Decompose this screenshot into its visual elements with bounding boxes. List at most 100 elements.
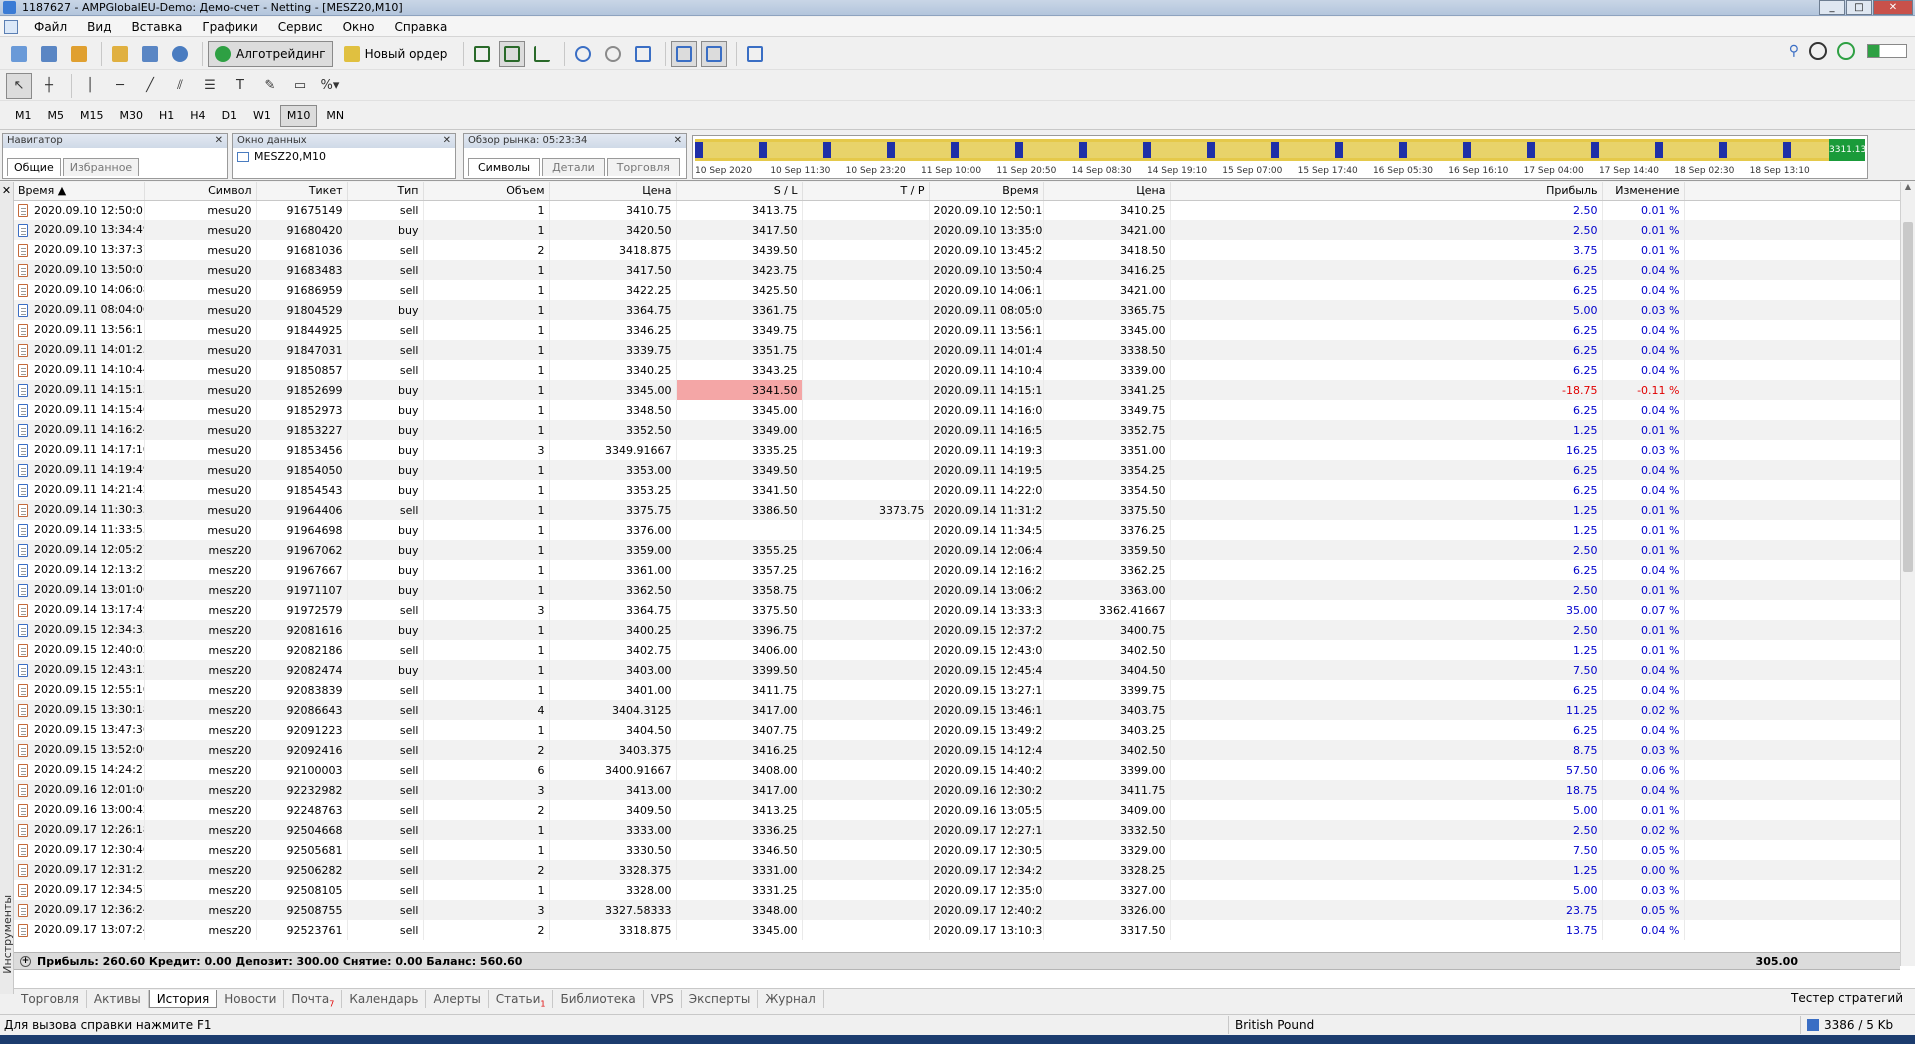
zoom-in-button[interactable]: [570, 41, 596, 67]
col-sl[interactable]: S / L: [676, 182, 803, 201]
search-icon[interactable]: ⚲: [1789, 43, 1799, 59]
table-row[interactable]: 2020.09.17 12:30:46 mesz20 92505681 sell 1 33…: [14, 840, 1900, 860]
fibonacci-button[interactable]: ☰: [197, 73, 223, 99]
line-chart-button[interactable]: [529, 41, 555, 67]
menu-window[interactable]: Окно: [333, 17, 385, 37]
menu-view[interactable]: Вид: [77, 17, 121, 37]
table-row[interactable]: 2020.09.10 13:50:07 mesu20 91683483 sell 1 34…: [14, 260, 1900, 280]
table-row[interactable]: 2020.09.17 12:26:18 mesz20 92504668 sell 1 33…: [14, 820, 1900, 840]
table-row[interactable]: 2020.09.15 13:52:00 mesz20 92092416 sell 2 34…: [14, 740, 1900, 760]
table-row[interactable]: 2020.09.14 12:13:27 mesz20 91967667 buy 1 336…: [14, 560, 1900, 580]
timeframe-h1[interactable]: H1: [152, 105, 181, 127]
vertical-scrollbar[interactable]: ▲: [1900, 182, 1915, 966]
col-profit[interactable]: Прибыль: [1170, 182, 1603, 201]
equidistant-channel-button[interactable]: ⫽: [167, 73, 193, 99]
tab-symbols[interactable]: Символы: [468, 158, 541, 176]
menu-insert[interactable]: Вставка: [121, 17, 192, 37]
table-row[interactable]: 2020.09.10 13:34:49 mesu20 91680420 buy 1 342…: [14, 220, 1900, 240]
table-row[interactable]: 2020.09.14 13:17:49 mesz20 91972579 sell 3 33…: [14, 600, 1900, 620]
table-row[interactable]: 2020.09.14 12:05:27 mesz20 91967062 buy 1 335…: [14, 540, 1900, 560]
col-open-time[interactable]: Время ▲: [14, 182, 145, 201]
table-row[interactable]: 2020.09.15 14:24:27 mesz20 92100003 sell 6 34…: [14, 760, 1900, 780]
timeframe-m5[interactable]: M5: [41, 105, 72, 127]
col-close-price[interactable]: Цена: [1043, 182, 1171, 201]
candlestick-button[interactable]: [499, 40, 526, 67]
menu-file[interactable]: Файл: [24, 17, 77, 37]
cursor-button[interactable]: ↖: [6, 72, 32, 99]
zoom-out-button[interactable]: [600, 41, 626, 67]
table-row[interactable]: 2020.09.11 14:17:10 mesu20 91853456 buy 3 334…: [14, 440, 1900, 460]
tile-windows-button[interactable]: [630, 41, 656, 67]
table-row[interactable]: 2020.09.10 12:50:01 mesu20 91675149 sell 1 34…: [14, 200, 1900, 220]
tab-9[interactable]: VPS: [644, 989, 682, 1008]
tab-8[interactable]: Библиотека: [553, 989, 644, 1008]
timeframe-w1[interactable]: W1: [246, 105, 278, 127]
close-icon[interactable]: ✕: [674, 134, 682, 148]
menu-tools[interactable]: Сервис: [268, 17, 333, 37]
close-icon[interactable]: ✕: [215, 134, 223, 148]
tab-3[interactable]: Новости: [217, 989, 285, 1008]
close-button[interactable]: ✕: [1873, 0, 1913, 15]
timeframe-h4[interactable]: H4: [183, 105, 212, 127]
col-close-time[interactable]: Время: [929, 182, 1044, 201]
market-watch-button[interactable]: [66, 41, 92, 67]
chart-timeline[interactable]: 3311.13 10 Sep 2020 10 Sep 11:30 10 Sep 23…: [692, 135, 1868, 179]
bar-chart-button[interactable]: [469, 41, 495, 67]
tab-1[interactable]: Активы: [87, 989, 149, 1008]
table-row[interactable]: 2020.09.11 14:01:23 mesu20 91847031 sell 1 33…: [14, 340, 1900, 360]
table-row[interactable]: 2020.09.15 12:55:10 mesz20 92083839 sell 1 34…: [14, 680, 1900, 700]
navigator-button[interactable]: [137, 41, 163, 67]
signals-button[interactable]: [167, 41, 193, 67]
tab-5[interactable]: Календарь: [342, 989, 427, 1008]
tab-0[interactable]: Торговля: [14, 989, 87, 1008]
data-window-button[interactable]: [107, 41, 133, 67]
text-button[interactable]: T: [227, 73, 253, 99]
table-row[interactable]: 2020.09.14 11:33:55 mesu20 91964698 buy 1 337…: [14, 520, 1900, 540]
tab-11[interactable]: Журнал: [758, 989, 824, 1008]
tab-details[interactable]: Детали: [542, 158, 605, 176]
timeframe-mn[interactable]: MN: [319, 105, 351, 127]
text-label-button[interactable]: ✎: [257, 73, 283, 99]
chart-shift-button[interactable]: [701, 40, 728, 67]
tab-7[interactable]: Статьи1: [489, 989, 554, 1008]
table-row[interactable]: 2020.09.16 12:01:00 mesz20 92232982 sell 3 34…: [14, 780, 1900, 800]
table-row[interactable]: 2020.09.11 08:04:06 mesu20 91804529 buy 1 336…: [14, 300, 1900, 320]
timeframe-m10[interactable]: M10: [279, 104, 318, 127]
maximize-button[interactable]: □: [1846, 0, 1872, 15]
col-open-price[interactable]: Цена: [549, 182, 677, 201]
tab-10[interactable]: Эксперты: [682, 989, 759, 1008]
table-row[interactable]: 2020.09.10 13:37:37 mesu20 91681036 sell 2 34…: [14, 240, 1900, 260]
col-symbol[interactable]: Символ: [144, 182, 257, 201]
vertical-line-button[interactable]: │: [77, 73, 103, 99]
table-row[interactable]: 2020.09.10 14:06:08 mesu20 91686959 sell 1 34…: [14, 280, 1900, 300]
menu-help[interactable]: Справка: [385, 17, 458, 37]
tab-favorites[interactable]: Избранное: [62, 158, 140, 176]
new-order-button[interactable]: Новый ордер: [337, 41, 455, 67]
tab-trading[interactable]: Торговля: [606, 158, 680, 176]
timeframe-m1[interactable]: M1: [8, 105, 39, 127]
scroll-up-icon[interactable]: ▲: [1901, 182, 1915, 196]
col-volume[interactable]: Объем: [423, 182, 550, 201]
trendline-button[interactable]: ╱: [137, 73, 163, 99]
table-row[interactable]: 2020.09.11 14:19:49 mesu20 91854050 buy 1 335…: [14, 460, 1900, 480]
table-row[interactable]: 2020.09.17 12:31:23 mesz20 92506282 sell 2 33…: [14, 860, 1900, 880]
table-row[interactable]: 2020.09.16 13:00:42 mesz20 92248763 sell 2 34…: [14, 800, 1900, 820]
table-row[interactable]: 2020.09.15 12:40:02 mesz20 92082186 sell 1 34…: [14, 640, 1900, 660]
col-change[interactable]: Изменение: [1602, 182, 1685, 201]
table-row[interactable]: 2020.09.14 11:30:33 mesu20 91964406 sell 1 33…: [14, 500, 1900, 520]
algo-trading-button[interactable]: Алготрейдинг: [208, 40, 333, 67]
table-row[interactable]: 2020.09.11 14:15:46 mesu20 91852973 buy 1 334…: [14, 400, 1900, 420]
col-type[interactable]: Тип: [347, 182, 424, 201]
new-chart-button[interactable]: [6, 41, 32, 67]
table-row[interactable]: 2020.09.15 13:30:18 mesz20 92086643 sell 4 34…: [14, 700, 1900, 720]
strategy-tester-button[interactable]: Тестер стратегий: [1791, 989, 1903, 1007]
table-row[interactable]: 2020.09.15 12:43:12 mesz20 92082474 buy 1 340…: [14, 660, 1900, 680]
scrollbar-thumb[interactable]: [1903, 222, 1913, 572]
col-tp[interactable]: T / P: [802, 182, 930, 201]
timeframe-m15[interactable]: M15: [73, 105, 111, 127]
table-row[interactable]: 2020.09.15 13:47:36 mesz20 92091223 sell 1 34…: [14, 720, 1900, 740]
profiles-button[interactable]: [36, 41, 62, 67]
col-ticket[interactable]: Тикет: [256, 182, 348, 201]
chart-window-icon[interactable]: [4, 19, 18, 34]
tab-common[interactable]: Общие: [7, 158, 61, 176]
